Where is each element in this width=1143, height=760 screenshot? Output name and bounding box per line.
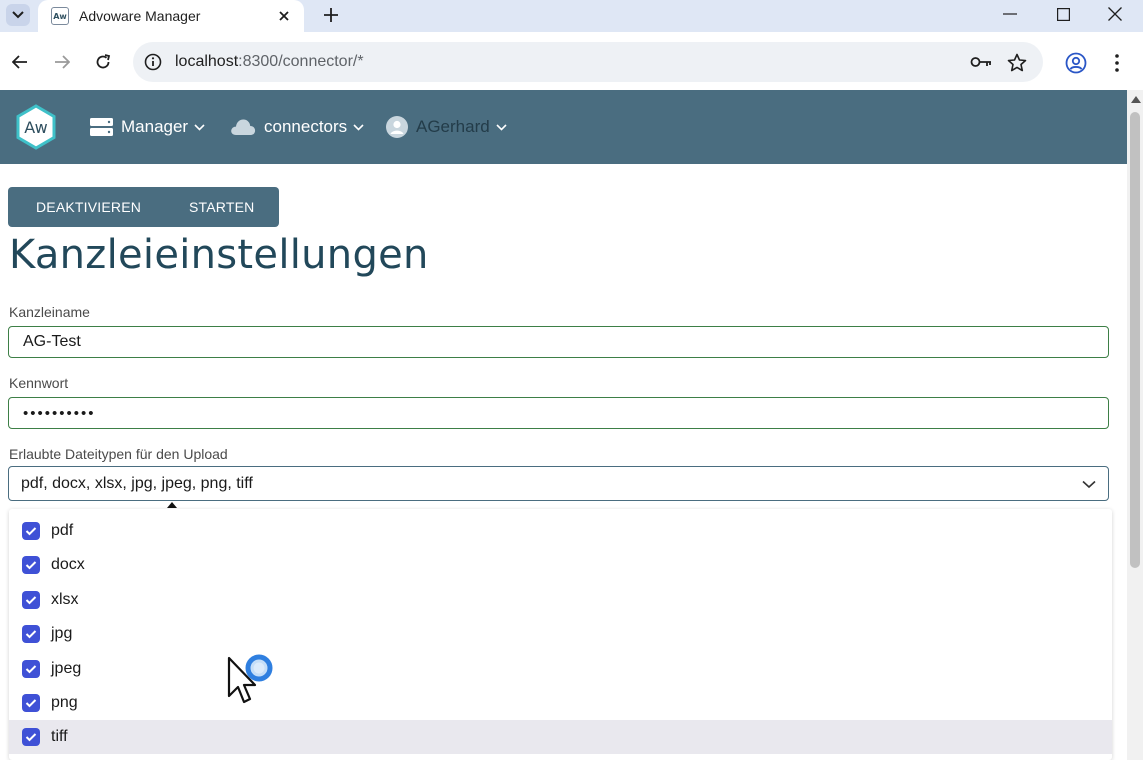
filetype-option[interactable]: xlsx xyxy=(9,583,1112,617)
browser-toolbar: localhost:8300/connector/* xyxy=(0,32,1143,90)
favicon-icon: Aw xyxy=(51,7,69,25)
back-button[interactable] xyxy=(9,51,31,73)
page-title: Kanzleieinstellungen xyxy=(9,232,429,278)
profile-icon[interactable] xyxy=(1064,51,1088,75)
bookmark-star-icon[interactable] xyxy=(1006,51,1028,73)
start-button[interactable]: STARTEN xyxy=(162,187,254,227)
filetype-option-label: docx xyxy=(51,556,85,574)
checkbox-checked-icon[interactable] xyxy=(22,625,40,644)
close-icon xyxy=(1108,7,1122,21)
office-name-label: Kanzleiname xyxy=(9,304,90,320)
page-viewport: Aw Manager connectors AGerhard DEAKTIVIE… xyxy=(0,90,1127,760)
url-host: localhost xyxy=(175,53,239,70)
filetypes-dropdown: pdf docx xlsx jpg jpeg png tiff xyxy=(9,509,1112,760)
chevron-down-icon xyxy=(12,11,24,19)
checkbox-checked-icon[interactable] xyxy=(22,728,40,747)
maximize-button[interactable] xyxy=(1051,4,1075,24)
new-tab-button[interactable] xyxy=(320,4,342,26)
scroll-up-arrow-icon[interactable] xyxy=(1131,96,1141,103)
filetypes-label: Erlaubte Dateitypen für den Upload xyxy=(9,446,228,462)
filetype-option[interactable]: jpeg xyxy=(9,652,1112,686)
plus-icon xyxy=(324,8,338,22)
site-info-icon[interactable] xyxy=(143,52,163,72)
chevron-down-icon xyxy=(496,123,507,131)
nav-manager-menu[interactable]: Manager xyxy=(90,112,205,142)
filetype-option-label: png xyxy=(51,694,78,711)
browser-menu-icon[interactable] xyxy=(1107,51,1127,75)
close-window-button[interactable] xyxy=(1103,4,1127,24)
checkbox-checked-icon[interactable] xyxy=(22,659,40,678)
filetype-option-label: tiff xyxy=(51,728,68,746)
nav-user-label: AGerhard xyxy=(416,117,490,136)
checkbox-checked-icon[interactable] xyxy=(22,590,40,609)
filetype-option[interactable]: pdf xyxy=(9,514,1112,548)
nav-connectors-menu[interactable]: connectors xyxy=(230,112,364,142)
filetype-option[interactable]: docx xyxy=(9,548,1112,582)
app-navbar: Aw Manager connectors AGerhard xyxy=(0,90,1127,164)
filetype-option[interactable]: jpg xyxy=(9,617,1112,651)
password-value: •••••••••• xyxy=(23,404,96,422)
deactivate-button[interactable]: DEAKTIVIEREN xyxy=(8,187,162,227)
arrow-left-icon xyxy=(12,55,27,69)
chevron-down-icon xyxy=(194,123,205,131)
dropdown-pointer xyxy=(167,502,177,508)
password-key-icon[interactable] xyxy=(969,52,993,72)
logo-text: Aw xyxy=(24,117,48,137)
url-text[interactable]: localhost:8300/connector/* xyxy=(175,53,364,71)
filetypes-value: pdf, docx, xlsx, jpg, jpeg, png, tiff xyxy=(21,474,253,492)
arrow-right-icon xyxy=(55,55,70,69)
app-logo[interactable]: Aw xyxy=(14,104,58,150)
reload-button[interactable] xyxy=(92,51,114,73)
scroll-thumb[interactable] xyxy=(1130,112,1140,568)
nav-user-menu[interactable]: AGerhard xyxy=(386,112,507,142)
action-button-group: DEAKTIVIEREN STARTEN xyxy=(8,187,279,227)
filetype-option-label: pdf xyxy=(51,522,74,539)
maximize-icon xyxy=(1056,7,1070,21)
filetype-option-label: jpg xyxy=(51,625,73,643)
url-path: :8300/connector/* xyxy=(238,53,364,70)
reload-icon xyxy=(96,54,111,69)
chevron-down-icon xyxy=(353,123,364,131)
filetype-option-label: xlsx xyxy=(51,590,79,608)
address-bar[interactable]: localhost:8300/connector/* xyxy=(133,42,1043,82)
browser-tab-strip: Aw Advoware Manager xyxy=(0,0,1143,32)
filetypes-select[interactable]: pdf, docx, xlsx, jpg, jpeg, png, tiff xyxy=(8,466,1109,501)
forward-button[interactable] xyxy=(51,51,73,73)
nav-connectors-label: connectors xyxy=(264,117,348,136)
checkbox-checked-icon[interactable] xyxy=(22,556,40,575)
page-scrollbar[interactable] xyxy=(1127,90,1143,760)
tab-search-button[interactable] xyxy=(6,4,30,26)
close-icon xyxy=(279,11,289,21)
filetype-option[interactable]: png xyxy=(9,686,1112,720)
server-icon xyxy=(90,117,113,137)
browser-tab[interactable]: Aw Advoware Manager xyxy=(38,0,304,32)
office-name-input[interactable]: AG-Test xyxy=(8,326,1109,358)
filetype-option[interactable]: tiff xyxy=(9,720,1112,755)
nav-manager-label: Manager xyxy=(121,117,189,136)
checkbox-checked-icon[interactable] xyxy=(22,694,40,712)
password-input[interactable]: •••••••••• xyxy=(8,397,1109,429)
minimize-button[interactable] xyxy=(998,4,1022,24)
filetype-option-label: jpeg xyxy=(51,659,82,677)
tab-close-button[interactable] xyxy=(274,6,294,26)
mouse-cursor-icon xyxy=(227,656,257,704)
chevron-down-icon xyxy=(1082,476,1096,494)
password-label: Kennwort xyxy=(9,375,69,391)
cloud-icon xyxy=(230,118,256,136)
minimize-icon xyxy=(1003,13,1017,15)
user-avatar-icon xyxy=(386,116,408,138)
tab-title: Advoware Manager xyxy=(79,8,201,24)
checkbox-checked-icon[interactable] xyxy=(22,522,40,540)
office-name-value: AG-Test xyxy=(23,333,81,350)
